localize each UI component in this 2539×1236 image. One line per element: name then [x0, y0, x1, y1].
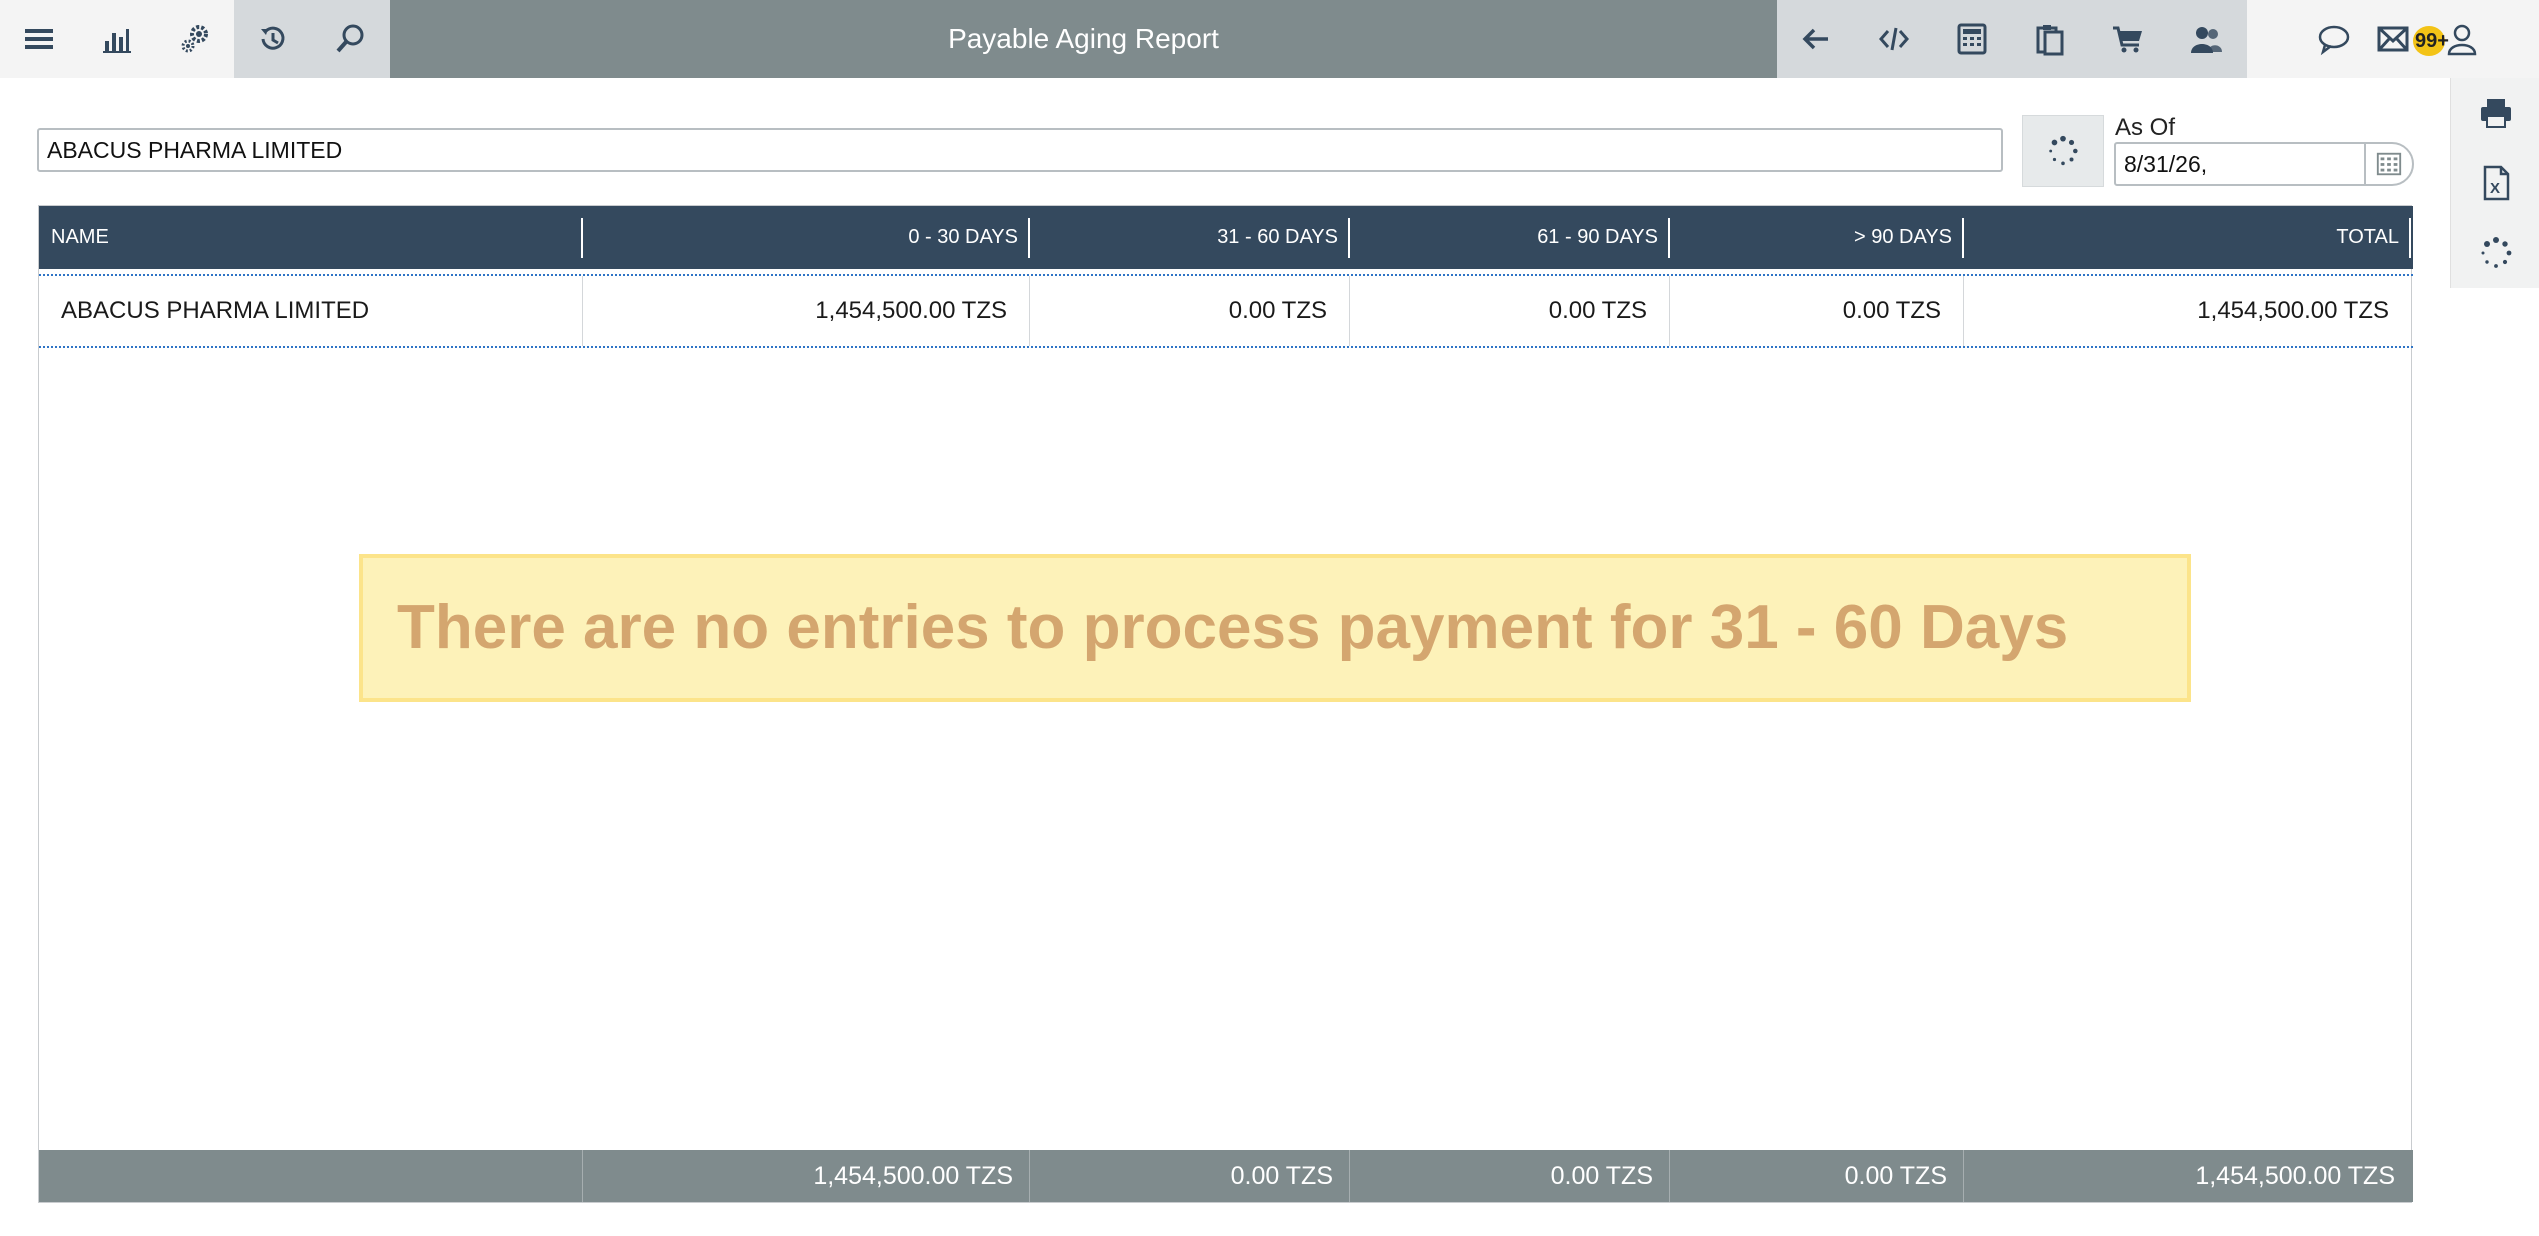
gears-icon — [181, 25, 208, 53]
footer-name — [39, 1150, 583, 1202]
code-icon — [1879, 27, 1909, 51]
export-excel-button[interactable]: X — [2451, 148, 2539, 218]
cell-0-30: 1,454,500.00 TZS — [583, 276, 1030, 346]
column-header-name[interactable]: NAME — [39, 206, 583, 269]
as-of-field — [2114, 142, 2414, 186]
search-button[interactable] — [312, 0, 390, 78]
column-header-61-90[interactable]: 61 - 90 DAYS — [1350, 206, 1670, 269]
no-entries-notice: There are no entries to process payment … — [359, 554, 2191, 702]
table-row[interactable]: ABACUS PHARMA LIMITED 1,454,500.00 TZS 0… — [39, 274, 2413, 348]
user-group-icon — [2191, 27, 2222, 53]
side-actions: X — [2450, 78, 2539, 288]
mail-button[interactable] — [2373, 0, 2413, 78]
toolbar-right — [1777, 0, 2247, 78]
history-icon — [261, 26, 285, 50]
arrow-left-icon — [1802, 28, 1828, 50]
cart-button[interactable] — [2089, 0, 2167, 78]
clipboard-button[interactable] — [2011, 0, 2089, 78]
cell-name: ABACUS PHARMA LIMITED — [39, 276, 583, 346]
reports-button[interactable] — [78, 0, 156, 78]
toolbar-user — [2247, 0, 2539, 78]
menu-icon — [25, 29, 53, 49]
reload-button[interactable] — [2451, 218, 2539, 288]
notification-badge: 99+ — [2413, 26, 2449, 56]
svg-text:X: X — [2490, 180, 2500, 197]
column-header-total[interactable]: TOTAL — [1964, 206, 2411, 269]
refresh-button[interactable] — [2022, 115, 2104, 187]
back-button[interactable] — [1777, 0, 1855, 78]
footer-0-30: 1,454,500.00 TZS — [583, 1150, 1030, 1202]
printer-icon — [2480, 99, 2511, 128]
cart-icon — [2113, 26, 2142, 53]
spinner-icon — [2481, 237, 2511, 268]
footer-61-90: 0.00 TZS — [1350, 1150, 1670, 1202]
as-of-date-input[interactable] — [2116, 144, 2366, 184]
mail-icon — [2377, 26, 2409, 52]
toolbar-left — [0, 0, 390, 78]
vendor-input[interactable] — [37, 128, 2003, 172]
page-title: Payable Aging Report — [948, 23, 1219, 54]
history-button[interactable] — [234, 0, 312, 78]
code-button[interactable] — [1855, 0, 1933, 78]
cell-over-90: 0.00 TZS — [1670, 276, 1964, 346]
search-icon — [336, 24, 364, 53]
cell-total: 1,454,500.00 TZS — [2197, 297, 2389, 324]
print-button[interactable] — [2451, 78, 2539, 148]
settings-button[interactable] — [156, 0, 234, 78]
footer-total: 1,454,500.00 TZS — [2195, 1162, 2395, 1190]
calendar-icon — [2376, 152, 2402, 176]
calculator-icon — [1957, 23, 1987, 55]
users-button[interactable] — [2167, 0, 2245, 78]
excel-icon: X — [2483, 165, 2509, 201]
footer-over-90: 0.00 TZS — [1670, 1150, 1964, 1202]
chat-button[interactable] — [2295, 0, 2373, 78]
menu-button[interactable] — [0, 0, 78, 78]
calendar-button[interactable] — [2364, 144, 2412, 184]
as-of-label: As Of — [2115, 114, 2176, 141]
spinner-icon — [2049, 135, 2078, 166]
grid-header: NAME 0 - 30 DAYS 31 - 60 DAYS 61 - 90 DA… — [39, 206, 2413, 269]
calculator-button[interactable] — [1933, 0, 2011, 78]
cell-31-60: 0.00 TZS — [1030, 276, 1350, 346]
column-header-over-90[interactable]: > 90 DAYS — [1670, 206, 1964, 269]
cell-61-90: 0.00 TZS — [1350, 276, 1670, 346]
chat-icon — [2318, 25, 2350, 56]
clipboard-icon — [2036, 25, 2064, 56]
top-bar: Payable Aging Report 99+ — [0, 0, 2539, 78]
bar-chart-icon — [103, 29, 131, 53]
user-icon — [2447, 24, 2477, 56]
column-header-0-30[interactable]: 0 - 30 DAYS — [583, 206, 1030, 269]
column-header-31-60[interactable]: 31 - 60 DAYS — [1030, 206, 1350, 269]
grid-footer: 1,454,500.00 TZS 0.00 TZS 0.00 TZS 0.00 … — [39, 1150, 2413, 1202]
aging-grid: NAME 0 - 30 DAYS 31 - 60 DAYS 61 - 90 DA… — [38, 205, 2413, 1203]
footer-31-60: 0.00 TZS — [1030, 1150, 1350, 1202]
